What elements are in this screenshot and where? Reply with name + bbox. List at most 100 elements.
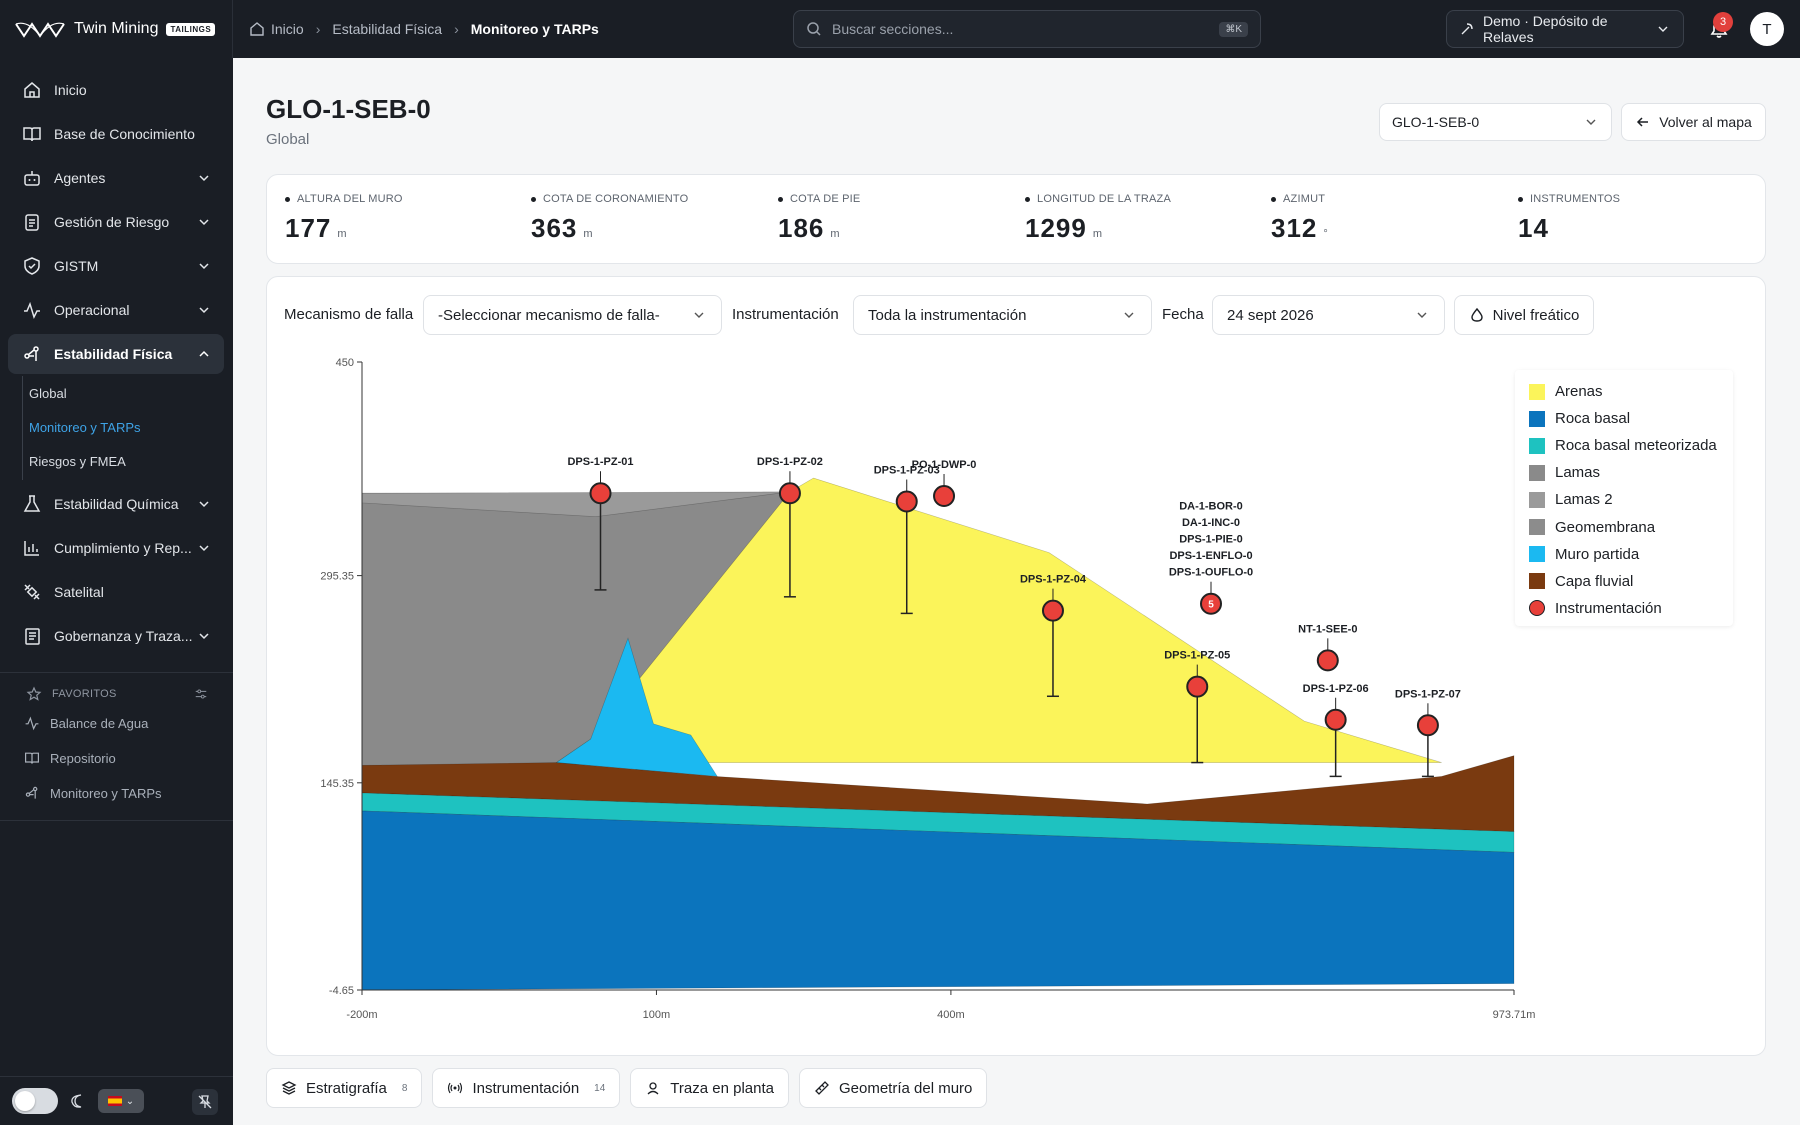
chevron-right-icon: › [315, 21, 321, 37]
legend-swatch [1529, 573, 1545, 590]
legend-item[interactable]: Lamas 2 [1529, 486, 1719, 513]
subnav-item-monitoreo[interactable]: Monitoreo y TARPs [1, 410, 222, 444]
star-icon [26, 686, 42, 701]
tab-estratigrafia[interactable]: Estratigrafía 8 [266, 1068, 423, 1108]
stat-unit: m [583, 228, 593, 240]
station-selector[interactable]: GLO-1-SEB-0 [1379, 103, 1612, 141]
chevron-down-icon [199, 307, 209, 314]
sidebar-item-estabilidad-fisica[interactable]: Estabilidad Física [8, 334, 224, 374]
favorite-balance-agua[interactable]: Balance de Agua [24, 708, 148, 738]
tab-traza-planta[interactable]: Traza en planta [630, 1068, 789, 1108]
instrument-label: DPS-1-PZ-06 [1303, 683, 1369, 695]
legend-item[interactable]: Muro partida [1529, 541, 1719, 568]
legend-swatch [1529, 464, 1545, 481]
sidebar-item-estabilidad-quimica[interactable]: Estabilidad Química [8, 484, 224, 524]
subnav-item-global[interactable]: Global [1, 376, 222, 410]
brand[interactable]: Twin Mining TAILINGS [0, 0, 233, 58]
shield-check-icon [24, 257, 40, 275]
favorite-repositorio[interactable]: Repositorio [24, 743, 116, 773]
instrument-marker [895, 490, 918, 513]
nivel-freatico-button[interactable]: Nivel freático [1454, 295, 1594, 335]
tab-instrumentacion[interactable]: Instrumentación 14 [432, 1068, 621, 1108]
legend-item[interactable]: Lamas [1529, 459, 1719, 486]
chevron-down-icon [199, 219, 209, 226]
language-selector[interactable]: ⌄ [98, 1089, 144, 1113]
arrow-left-icon [1637, 117, 1649, 127]
sidebar-item-operacional[interactable]: Operacional [8, 290, 224, 330]
legend-item[interactable]: Instrumentación [1529, 595, 1719, 622]
instrument-marker [1316, 649, 1339, 672]
legend-item[interactable]: Capa fluvial [1529, 568, 1719, 595]
x-tick-label: -200m [346, 1009, 377, 1021]
stat-value: 312 [1271, 213, 1318, 243]
stats-card: ALTURA DEL MURO 177 m COTA DE CORONAMIENT… [266, 174, 1766, 264]
sidebar-item-gobernanza[interactable]: Gobernanza y Traza... [8, 616, 224, 656]
instrument-label: DPS-1-PIE-0 [1179, 534, 1243, 546]
sidebar-divider [0, 672, 233, 673]
theme-toggle[interactable] [12, 1088, 58, 1114]
breadcrumb-current: Monitoreo y TARPs [470, 21, 599, 37]
legend-item[interactable]: Roca basal meteorizada [1529, 432, 1719, 459]
legend-label: Roca basal meteorizada [1555, 437, 1717, 455]
subnav-item-riesgos[interactable]: Riesgos y FMEA [1, 444, 222, 478]
activity-icon [24, 301, 40, 320]
sidebar-item-inicio[interactable]: Inicio [8, 70, 224, 110]
instrument-label: DPS-1-PZ-02 [757, 456, 823, 468]
stat-unit: ° [1323, 228, 1328, 240]
favorite-monitoreo[interactable]: Monitoreo y TARPs [24, 778, 162, 808]
stat-value: 177 [285, 213, 332, 243]
x-tick-label: 400m [937, 1009, 965, 1021]
search-box[interactable]: ⌘K [793, 10, 1261, 48]
instrument-marker [933, 484, 956, 507]
tab-geometria-muro[interactable]: Geometría del muro [798, 1068, 988, 1108]
stat-unit: m [830, 228, 840, 240]
unpin-sidebar-button[interactable] [192, 1089, 218, 1115]
sidebar-footer: ⌄ [0, 1076, 233, 1125]
sidebar-item-gistm[interactable]: GISTM [8, 246, 224, 286]
sidebar-item-gestion-riesgo[interactable]: Gestión de Riesgo [8, 202, 224, 242]
breadcrumb-home[interactable]: Inicio [249, 21, 304, 37]
legend-item[interactable]: Geomembrana [1529, 513, 1719, 540]
page-subtitle: Global [266, 131, 310, 148]
book-icon [25, 752, 39, 764]
legend-item[interactable]: Roca basal [1529, 405, 1719, 432]
instrument-label: DPS-1-PZ-01 [567, 456, 633, 468]
user-avatar[interactable]: T [1750, 12, 1784, 46]
moon-icon [71, 1094, 82, 1108]
breadcrumb-estabilidad[interactable]: Estabilidad Física [332, 21, 442, 37]
estabilidad-subnav: Global Monitoreo y TARPs Riesgos y FMEA [22, 376, 222, 480]
notification-badge: 3 [1713, 12, 1733, 32]
sliders-icon[interactable] [194, 687, 208, 701]
legend-label: Instrumentación [1555, 599, 1662, 617]
instrument-label: DPS-1-PZ-05 [1164, 650, 1230, 662]
home-icon [250, 22, 264, 36]
legend-item[interactable]: Arenas [1529, 378, 1719, 405]
sidebar-item-agentes[interactable]: Agentes [8, 158, 224, 198]
instrumentation-select[interactable]: Toda la instrumentación [853, 295, 1152, 335]
instrument-marker [1041, 599, 1064, 622]
stat-unit: m [337, 228, 347, 240]
site-selector[interactable]: Demo · Depósito de Relaves [1446, 10, 1684, 48]
ruler-icon [815, 1081, 829, 1095]
stat-instrumentos: INSTRUMENTOS 14 [1518, 193, 1758, 244]
robot-icon [24, 171, 40, 186]
mining-icon [1461, 23, 1473, 35]
network-icon [24, 346, 39, 361]
stat-value: 1299 [1025, 213, 1087, 243]
sidebar-item-cumplimiento[interactable]: Cumplimiento y Rep... [8, 528, 224, 568]
sidebar-item-satelital[interactable]: Satelital [8, 572, 224, 612]
date-label: Fecha [1162, 306, 1204, 323]
legend-swatch [1529, 600, 1545, 617]
instrument-label: DPS-1-PZ-04 [1020, 574, 1087, 586]
activity-icon [25, 716, 39, 731]
sidebar-divider [0, 820, 233, 821]
back-to-map-button[interactable]: Volver al mapa [1621, 103, 1766, 141]
chevron-up-icon [199, 350, 209, 357]
sidebar-item-base-conocimiento[interactable]: Base de Conocimiento [8, 114, 224, 154]
mechanism-select[interactable]: -Seleccionar mecanismo de falla- [423, 295, 722, 335]
droplet-icon [1470, 307, 1483, 322]
search-input[interactable] [832, 21, 1210, 37]
stat-cota-pie: COTA DE PIE 186 m [778, 193, 1018, 244]
date-select[interactable]: 24 sept 2026 [1212, 295, 1445, 335]
legend-swatch [1529, 437, 1545, 454]
